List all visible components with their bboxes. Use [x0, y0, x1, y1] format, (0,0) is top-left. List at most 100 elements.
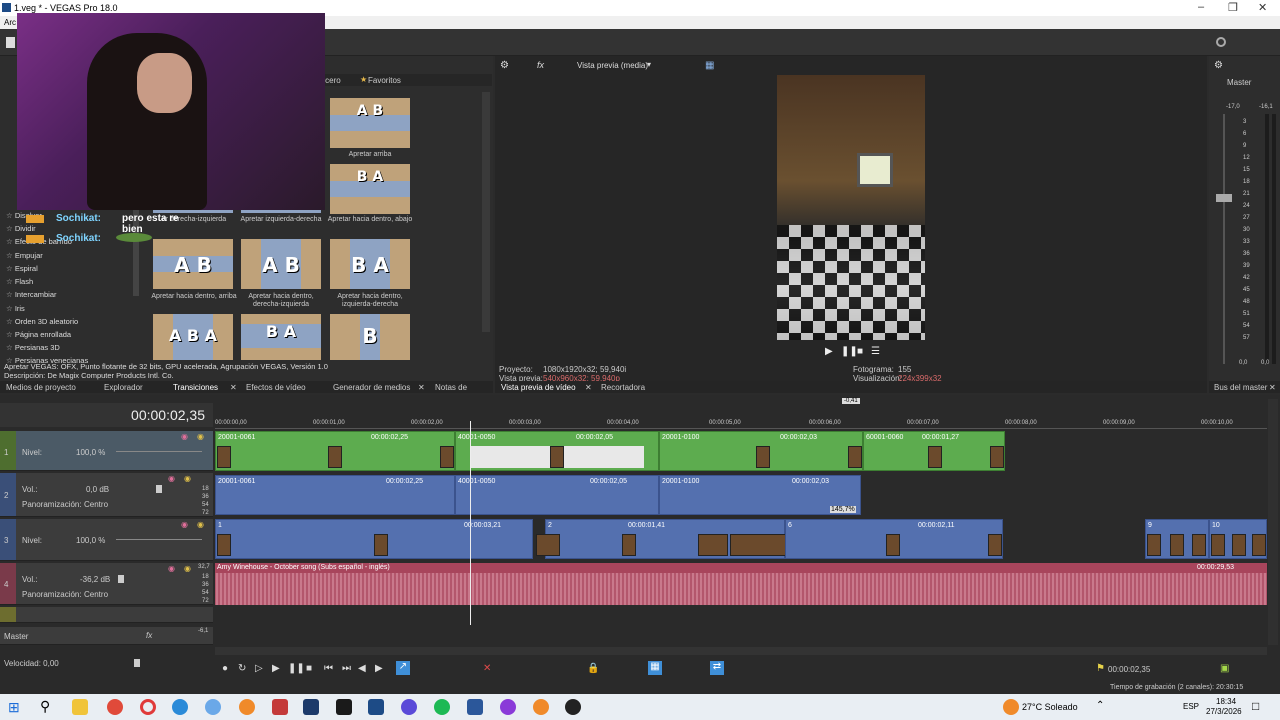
language-indicator[interactable]: ESP — [1183, 702, 1199, 711]
list-item[interactable]: Persianas 3D — [6, 343, 60, 352]
tab-generador-medios[interactable]: Generador de medios — [333, 383, 410, 392]
clock-date[interactable]: 27/3/2026 — [1206, 707, 1242, 716]
preview-quality-dropdown[interactable]: Vista previa (media) — [577, 61, 648, 70]
restore-icon[interactable]: ❐ — [1228, 1, 1238, 14]
playhead[interactable] — [470, 421, 471, 625]
pycharm-icon[interactable] — [336, 699, 352, 715]
snap-icon[interactable]: ▦ — [648, 661, 662, 675]
auto-ripple-icon[interactable]: ⇄ — [710, 661, 724, 675]
vol-slider[interactable] — [118, 575, 124, 583]
level-slider[interactable] — [116, 539, 202, 540]
list-item[interactable]: Iris — [6, 304, 25, 313]
list-item[interactable]: Espiral — [6, 264, 38, 273]
transition-thumb[interactable]: B A — [330, 164, 410, 214]
video-clip[interactable]: 20001-0100 00:00:02,03 — [659, 431, 863, 471]
weather-text[interactable]: 27°C Soleado — [1022, 702, 1078, 712]
menu-icon[interactable]: ☰ — [871, 346, 880, 357]
solo-icon[interactable]: ◉ — [184, 474, 191, 483]
timeline-vscrollbar[interactable] — [1268, 399, 1278, 645]
list-item[interactable]: Empujar — [6, 251, 43, 260]
play-icon[interactable]: ▶ — [825, 346, 833, 357]
go-start-icon[interactable]: ⏮ — [324, 663, 333, 674]
app-icon[interactable] — [272, 699, 288, 715]
tab-efectos-video[interactable]: Efectos de vídeo — [246, 383, 306, 392]
chevron-down-icon[interactable]: ▾ — [647, 60, 651, 69]
video-clip[interactable]: 1 00:00:03,21 — [215, 519, 533, 559]
speed-slider[interactable] — [134, 659, 140, 667]
transition-thumb[interactable]: A B — [241, 239, 321, 289]
pause-icon[interactable]: ❚❚ — [288, 663, 305, 674]
vol-slider[interactable] — [156, 485, 162, 493]
list-item[interactable]: Intercambiar — [6, 290, 57, 299]
tab-medios-proyecto[interactable]: Medios de proyecto — [6, 383, 76, 392]
lock-icon[interactable]: 🔒 — [587, 663, 599, 674]
clock-time[interactable]: 18:34 — [1216, 697, 1236, 706]
toolbar-settings-icon[interactable] — [1216, 37, 1226, 47]
loop-icon[interactable]: ↻ — [238, 663, 246, 674]
app-icon[interactable] — [565, 699, 581, 715]
close-icon[interactable]: ✕ — [585, 383, 592, 392]
play-icon[interactable]: ▶ — [272, 663, 280, 674]
opera-icon[interactable] — [140, 699, 156, 715]
close-icon[interactable]: ✕ — [1258, 1, 1267, 14]
master-settings-icon[interactable]: ⚙ — [1214, 60, 1223, 71]
prev-frame-icon[interactable]: ◀ — [358, 663, 366, 674]
audio-clip[interactable]: 20001-0100 00:00:02,03 145,7% — [659, 475, 861, 515]
vegas-icon[interactable] — [368, 699, 384, 715]
timeline-ruler[interactable]: 00:00:00,00 00:00:01,00 00:00:02,00 00:0… — [215, 415, 1267, 429]
fx-icon[interactable]: fx — [146, 631, 152, 640]
audio-clip[interactable]: 20001-0061 00:00:02,25 — [215, 475, 455, 515]
new-file-icon[interactable] — [6, 37, 15, 48]
spotify-icon[interactable] — [434, 699, 450, 715]
track-header-empty[interactable] — [0, 607, 213, 623]
close-icon[interactable]: ✕ — [418, 383, 425, 392]
start-icon[interactable]: ⊞ — [8, 699, 20, 716]
solo-icon[interactable]: ◉ — [184, 564, 191, 573]
track-header-video-1[interactable]: 1 Nivel: 100,0 % ◉ ◉ — [0, 431, 213, 471]
timeline-hscrollbar[interactable] — [215, 647, 1267, 655]
list-item[interactable]: Orden 3D aleatorio — [6, 317, 78, 326]
mute-icon[interactable]: ◉ — [181, 520, 188, 529]
stop-icon[interactable]: ■ — [306, 663, 312, 674]
video-clip[interactable]: 40001-0050 00:00:02,05 — [455, 431, 659, 471]
tab-favoritos[interactable]: Favoritos — [368, 76, 401, 85]
photoshop-icon[interactable] — [303, 699, 319, 715]
transition-thumb[interactable]: A B A — [153, 314, 233, 360]
edit-tool-icon[interactable]: ↗ — [396, 661, 410, 675]
search-icon[interactable]: ⚲ — [40, 698, 50, 715]
solo-icon[interactable]: ◉ — [197, 520, 204, 529]
menu-archivo[interactable]: Arc — [4, 18, 16, 27]
list-item[interactable]: Flash — [6, 277, 33, 286]
fx-icon[interactable]: fx — [537, 60, 544, 70]
app-icon[interactable] — [401, 699, 417, 715]
app-icon[interactable] — [239, 699, 255, 715]
word-icon[interactable] — [467, 699, 483, 715]
minimize-icon[interactable]: – — [1198, 1, 1204, 13]
transition-thumb[interactable]: B — [330, 314, 410, 360]
master-fader[interactable] — [1216, 194, 1232, 202]
video-clip[interactable]: 20001-0061 00:00:02,25 — [215, 431, 455, 471]
edge-icon[interactable] — [172, 699, 188, 715]
stop-icon[interactable]: ■ — [857, 346, 863, 357]
chrome-icon[interactable] — [107, 699, 123, 715]
track-header-video-3[interactable]: 3 Nivel: 100,0 % ◉ ◉ — [0, 519, 213, 561]
video-clip[interactable]: 6 00:00:02,11 — [785, 519, 1003, 559]
video-clip[interactable]: 10 — [1209, 519, 1267, 559]
video-clip[interactable]: 2 00:00:01,41 — [536, 519, 786, 559]
delete-icon[interactable]: ✕ — [483, 663, 491, 674]
track-header-audio-2[interactable]: 2 Vol.: 0,0 dB Panoramización: Centro ◉ … — [0, 473, 213, 517]
solo-icon[interactable]: ◉ — [197, 432, 204, 441]
play-from-start-icon[interactable]: ▷ — [255, 663, 263, 674]
mute-icon[interactable]: ◉ — [168, 474, 175, 483]
mute-icon[interactable]: ◉ — [168, 564, 175, 573]
tab-notas[interactable]: Notas de — [435, 383, 467, 392]
file-explorer-icon[interactable] — [72, 699, 88, 715]
track-header-audio-4[interactable]: 4 Vol.: -36,2 dB Panoramización: Centro … — [0, 563, 213, 605]
tab-vista-previa-video[interactable]: Vista previa de vídeo — [501, 383, 576, 392]
transition-thumb[interactable]: A B — [330, 98, 410, 148]
video-clip[interactable]: 60001-0060 00:00:01,27 — [863, 431, 1005, 471]
notifications-icon[interactable]: □ — [1252, 699, 1259, 713]
tab-recortadora[interactable]: Recortadora — [601, 383, 645, 392]
close-icon[interactable]: ✕ — [1269, 383, 1276, 392]
app-icon[interactable] — [500, 699, 516, 715]
